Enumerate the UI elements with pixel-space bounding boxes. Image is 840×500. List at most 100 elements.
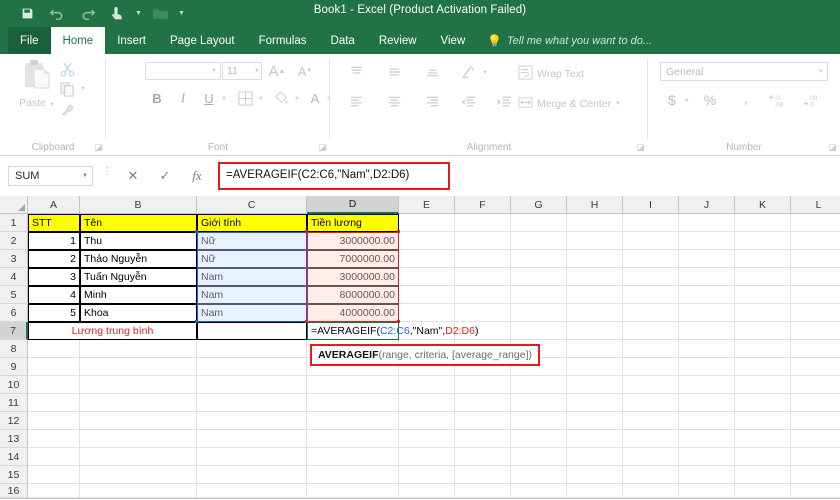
grid-cell[interactable]: [791, 448, 840, 466]
grid-cell[interactable]: [735, 484, 791, 498]
orientation-icon[interactable]: [456, 62, 480, 82]
grid-cell[interactable]: [511, 448, 567, 466]
grid-cell[interactable]: [623, 394, 679, 412]
cell-a6[interactable]: 5: [28, 304, 80, 322]
alignment-dialog-launcher[interactable]: ◪: [636, 142, 645, 153]
align-center-icon[interactable]: [382, 92, 406, 112]
row-header-6[interactable]: 6: [0, 304, 28, 322]
cell-a5[interactable]: 4: [28, 286, 80, 304]
paste-chevron-down-icon[interactable]: ▼: [49, 102, 55, 108]
grid-cell[interactable]: [735, 376, 791, 394]
grid-cell[interactable]: [399, 304, 455, 322]
grid-cell[interactable]: [399, 448, 455, 466]
row-header-15[interactable]: 15: [0, 466, 28, 484]
grid-cell[interactable]: [567, 412, 623, 430]
row-header-14[interactable]: 14: [0, 448, 28, 466]
row-header-11[interactable]: 11: [0, 394, 28, 412]
grid-cell[interactable]: [455, 430, 511, 448]
grid-cell[interactable]: [791, 268, 840, 286]
increase-decimal-icon[interactable]: .0.00: [766, 90, 792, 110]
font-name-input[interactable]: ▼: [145, 62, 221, 80]
cell-b6[interactable]: Khoa: [80, 304, 197, 322]
grid-cell[interactable]: [28, 358, 80, 376]
row-header-9[interactable]: 9: [0, 358, 28, 376]
grid-cell[interactable]: [735, 394, 791, 412]
grid-cell[interactable]: [28, 466, 80, 484]
grid-cell[interactable]: [197, 394, 307, 412]
grid-cell[interactable]: [80, 358, 197, 376]
grid-cell[interactable]: [679, 214, 735, 232]
row-header-10[interactable]: 10: [0, 376, 28, 394]
tab-review[interactable]: Review: [367, 27, 429, 54]
fill-color-icon[interactable]: [270, 88, 292, 108]
grid-cell[interactable]: [735, 232, 791, 250]
cell-d1[interactable]: Tiền lương: [307, 214, 399, 232]
grid-cell[interactable]: [511, 484, 567, 498]
grid-cell[interactable]: [679, 484, 735, 498]
grid-cell[interactable]: [567, 466, 623, 484]
grid-cell[interactable]: [623, 430, 679, 448]
grid-cell[interactable]: [455, 394, 511, 412]
font-name-chevron-down-icon[interactable]: ▼: [208, 63, 220, 79]
grid-cell[interactable]: [197, 376, 307, 394]
grid-cell[interactable]: [623, 340, 679, 358]
column-header-c[interactable]: C: [197, 196, 307, 214]
grid-cell[interactable]: [623, 304, 679, 322]
cell-c6[interactable]: Nam: [197, 304, 307, 322]
grid-cell[interactable]: [679, 286, 735, 304]
grid-cell[interactable]: [623, 376, 679, 394]
grid-cell[interactable]: [679, 394, 735, 412]
row-header-1[interactable]: 1: [0, 214, 28, 232]
cell-c2[interactable]: Nữ: [197, 232, 307, 250]
grid-cell[interactable]: [791, 412, 840, 430]
wrap-text-button[interactable]: Wrap Text: [518, 65, 584, 83]
column-header-h[interactable]: H: [567, 196, 623, 214]
grid-cell[interactable]: [399, 250, 455, 268]
grid-cell[interactable]: [735, 466, 791, 484]
grid-cell[interactable]: [567, 214, 623, 232]
cell-c4[interactable]: Nam: [197, 268, 307, 286]
cell-c5[interactable]: Nam: [197, 286, 307, 304]
grid-cell[interactable]: [679, 412, 735, 430]
grid-cell[interactable]: [197, 340, 307, 358]
grid-cell[interactable]: [791, 394, 840, 412]
accounting-chevron-down-icon[interactable]: ▼: [682, 96, 692, 106]
tab-data[interactable]: Data: [319, 27, 367, 54]
column-header-b[interactable]: B: [80, 196, 197, 214]
cell-b3[interactable]: Thảo Nguyễn: [80, 250, 197, 268]
decrease-indent-icon[interactable]: [456, 92, 480, 112]
name-box-chevron-down-icon[interactable]: ▼: [82, 173, 88, 179]
name-box[interactable]: SUM ▼: [8, 166, 93, 186]
tab-file[interactable]: File: [8, 27, 51, 54]
grid-cell[interactable]: [679, 466, 735, 484]
grid-cell[interactable]: [679, 322, 735, 340]
grid-cell[interactable]: [679, 358, 735, 376]
cell-b4[interactable]: Tuấn Nguyễn: [80, 268, 197, 286]
grid-cell[interactable]: [307, 412, 399, 430]
grid-cell[interactable]: [623, 358, 679, 376]
tab-home[interactable]: Home: [51, 27, 106, 54]
number-format-select[interactable]: General ▼: [660, 62, 828, 81]
column-header-f[interactable]: F: [455, 196, 511, 214]
cell-a3[interactable]: 2: [28, 250, 80, 268]
grid-cell[interactable]: [791, 214, 840, 232]
merge-center-chevron-down-icon[interactable]: ▼: [615, 101, 621, 107]
grid-cell[interactable]: [567, 484, 623, 498]
grid-cell[interactable]: [197, 358, 307, 376]
grid-cell[interactable]: [80, 340, 197, 358]
grid-cell[interactable]: [197, 466, 307, 484]
orientation-chevron-down-icon[interactable]: ▼: [480, 68, 490, 78]
tab-insert[interactable]: Insert: [105, 27, 158, 54]
copy-chevron-down-icon[interactable]: ▼: [80, 86, 86, 92]
grid-cell[interactable]: [399, 394, 455, 412]
row-header-2[interactable]: 2: [0, 232, 28, 250]
cell-c1[interactable]: Giới tính: [197, 214, 307, 232]
top-align-icon[interactable]: [344, 62, 368, 82]
grid-cell[interactable]: [197, 412, 307, 430]
grid-cell[interactable]: [791, 484, 840, 498]
grid-cell[interactable]: [511, 430, 567, 448]
paste-button[interactable]: Paste ▼: [14, 60, 60, 109]
grid-cell[interactable]: [567, 376, 623, 394]
grid-cell[interactable]: [735, 304, 791, 322]
grid-cell[interactable]: [623, 322, 679, 340]
